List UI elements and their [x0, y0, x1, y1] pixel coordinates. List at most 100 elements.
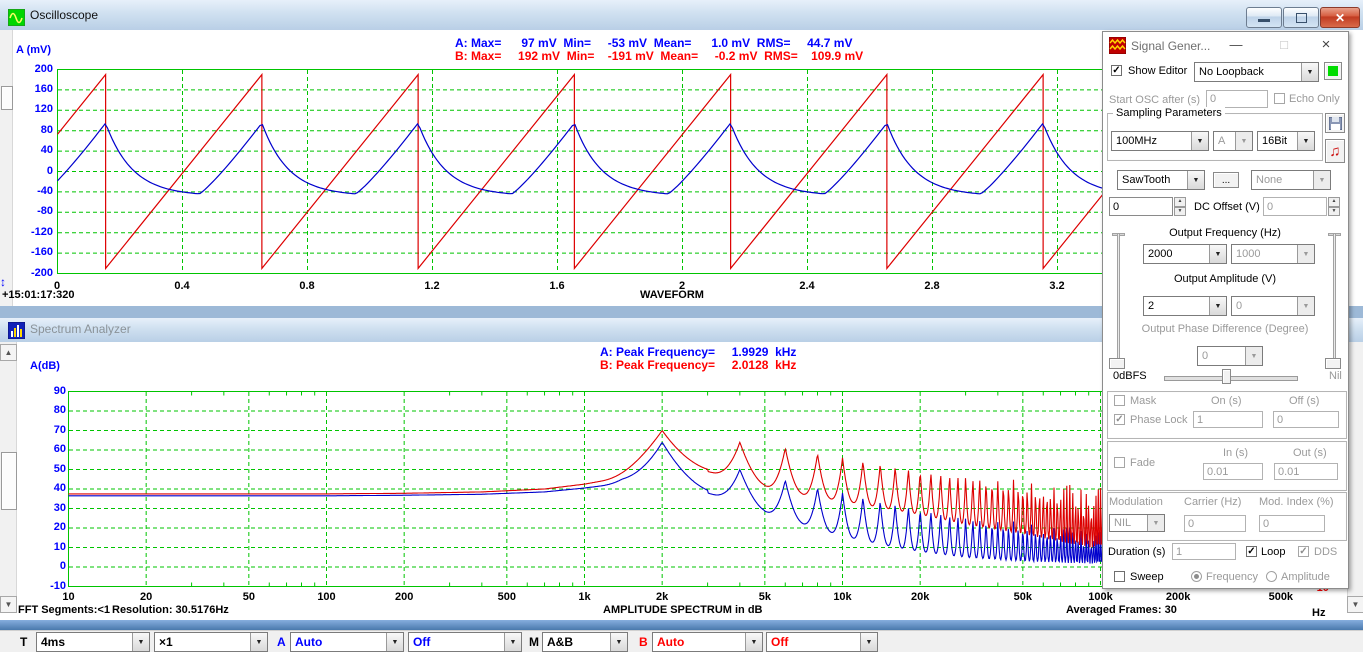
fade-in-input[interactable]: 0.01 — [1203, 463, 1263, 480]
spectrum-left-scrollbar-thumb[interactable] — [1, 452, 17, 510]
more-button[interactable]: ... — [1213, 172, 1239, 188]
panel-maximize-button[interactable]: □ — [1275, 37, 1293, 53]
carrier-input[interactable]: 0 — [1184, 515, 1246, 532]
freq-b-select[interactable]: 1000▼ — [1231, 244, 1315, 264]
spectrum-y-tick-label: 90 — [33, 385, 66, 397]
chevron-down-icon: ▼ — [1297, 297, 1314, 315]
loop-checkbox[interactable] — [1246, 546, 1257, 557]
start-osc-input[interactable]: 0 — [1206, 90, 1268, 108]
spectrum-y-tick-label: 10 — [33, 541, 66, 553]
spectrum-ylabel: A(dB) — [30, 360, 60, 372]
mask-off-input[interactable]: 0 — [1273, 411, 1339, 428]
spectrum-y-tick-label: 0 — [33, 560, 66, 572]
freq-a-select[interactable]: 2000▼ — [1143, 244, 1227, 264]
mask-on-label: On (s) — [1211, 395, 1242, 407]
carrier-label: Carrier (Hz) — [1184, 496, 1241, 508]
phase-lock-label: Phase Lock — [1130, 414, 1187, 426]
panel-close-button[interactable]: × — [1317, 37, 1335, 53]
app-window: Oscilloscope ✕ A: Max= 97 mV Min= -53 mV… — [0, 0, 1363, 652]
sampling-rate-select[interactable]: 100MHz▼ — [1111, 131, 1209, 151]
mask-checkbox[interactable] — [1114, 395, 1125, 406]
m-source-select[interactable]: A&B▼ — [542, 632, 628, 652]
dc-offset-label: DC Offset (V) — [1194, 201, 1260, 213]
fft-segments-label: FFT Segments:<1 — [18, 604, 110, 616]
freq-slider-b-thumb[interactable] — [1325, 358, 1341, 369]
multiplier-select[interactable]: ×1▼ — [154, 632, 268, 652]
minimize-button[interactable] — [1246, 7, 1282, 28]
trigger-level-thumb[interactable] — [1, 86, 13, 110]
output-amplitude-label: Output Amplitude (V) — [1103, 273, 1347, 285]
nil-label: Nil — [1329, 370, 1342, 382]
panel-minimize-button[interactable]: — — [1227, 37, 1245, 53]
scroll-down-button[interactable]: ▼ — [0, 596, 17, 613]
chevron-down-icon: ▼ — [1297, 132, 1314, 150]
show-editor-checkbox[interactable] — [1111, 65, 1122, 76]
spectrum-x-tick-label: 10k — [821, 591, 865, 603]
spectrum-x-tick-label: 2k — [640, 591, 684, 603]
spectrum-x-tick-label: 500 — [485, 591, 529, 603]
save-icon — [1329, 117, 1342, 130]
scope-y-tick-label: 40 — [20, 144, 53, 156]
amplitude-slider-thumb[interactable] — [1222, 369, 1231, 384]
scope-y-tick-label: 200 — [20, 63, 53, 75]
amplitude-radio-label: Amplitude — [1281, 571, 1330, 583]
phase-lock-checkbox[interactable] — [1114, 414, 1125, 425]
modulation-type-select[interactable]: NIL▼ — [1109, 514, 1165, 532]
sampling-channel-select[interactable]: A▼ — [1213, 131, 1253, 151]
amp-a-select[interactable]: 2▼ — [1143, 296, 1227, 316]
amp-b-select[interactable]: 0▼ — [1231, 296, 1315, 316]
chevron-down-icon: ▼ — [250, 633, 267, 651]
chevron-down-icon: ▼ — [386, 633, 403, 651]
restore-button[interactable] — [1283, 7, 1319, 28]
x-unit-label: Hz — [1312, 607, 1325, 619]
chevron-down-icon: ▼ — [1245, 347, 1262, 365]
duration-input[interactable]: 1 — [1172, 543, 1236, 560]
scroll-down-button-right[interactable]: ▼ — [1347, 596, 1363, 613]
spectrum-y-tick-label: 80 — [33, 404, 66, 416]
fade-checkbox[interactable] — [1114, 457, 1125, 468]
restore-icon — [1296, 13, 1307, 23]
save-button[interactable] — [1325, 113, 1345, 133]
freq-slider-a-thumb[interactable] — [1109, 358, 1125, 369]
sweep-checkbox[interactable] — [1114, 571, 1125, 582]
scope-x-tick-label: 2.4 — [785, 280, 829, 292]
b-mode-select[interactable]: Off▼ — [766, 632, 878, 652]
spectrum-x-tick-label: 50 — [227, 591, 271, 603]
scope-x-tick-label: 1.6 — [535, 280, 579, 292]
scope-x-tick-label: 0.8 — [285, 280, 329, 292]
output-indicator-button[interactable] — [1324, 62, 1342, 80]
mod-index-input[interactable]: 0 — [1259, 515, 1325, 532]
close-button[interactable]: ✕ — [1320, 7, 1360, 28]
close-icon: × — [1322, 36, 1331, 53]
timebase-select[interactable]: 4ms▼ — [36, 632, 150, 652]
a-mode-select[interactable]: Off▼ — [408, 632, 522, 652]
a-trigger-select[interactable]: Auto▼ — [290, 632, 404, 652]
dc-offset-input[interactable]: 0 — [1263, 197, 1327, 216]
music-button[interactable]: ♫ — [1325, 139, 1345, 163]
sampling-bits-select[interactable]: 16Bit▼ — [1257, 131, 1315, 151]
scroll-up-button[interactable]: ▲ — [0, 344, 17, 361]
amplitude-radio[interactable] — [1266, 571, 1277, 582]
level-spinner[interactable]: ▲▼ — [1174, 197, 1186, 216]
channel-m-label: M — [529, 635, 539, 649]
spin-up-icon: ▲ — [1174, 197, 1186, 207]
fade-out-input[interactable]: 0.01 — [1274, 463, 1338, 480]
mask-on-input[interactable]: 1 — [1193, 411, 1263, 428]
channel-b-label: B — [639, 635, 648, 649]
window-function-select[interactable]: None▼ — [1251, 170, 1331, 190]
bottom-strip — [0, 620, 1363, 630]
chevron-down-icon: ▼ — [1209, 297, 1226, 315]
dds-checkbox[interactable] — [1298, 546, 1309, 557]
timebase-label: T — [20, 635, 27, 649]
loopback-select[interactable]: No Loopback▼ — [1194, 62, 1319, 82]
phase-select[interactable]: 0▼ — [1197, 346, 1263, 366]
mask-label: Mask — [1130, 395, 1156, 407]
fade-label: Fade — [1130, 457, 1155, 469]
spectrum-x-tick-label: 10 — [47, 591, 91, 603]
echo-only-checkbox[interactable] — [1274, 93, 1285, 104]
frequency-radio[interactable] — [1191, 571, 1202, 582]
b-trigger-select[interactable]: Auto▼ — [652, 632, 763, 652]
dc-offset-spinner[interactable]: ▲▼ — [1328, 197, 1340, 216]
wave-type-select[interactable]: SawTooth▼ — [1117, 170, 1205, 190]
level-input[interactable]: 0 — [1109, 197, 1173, 216]
